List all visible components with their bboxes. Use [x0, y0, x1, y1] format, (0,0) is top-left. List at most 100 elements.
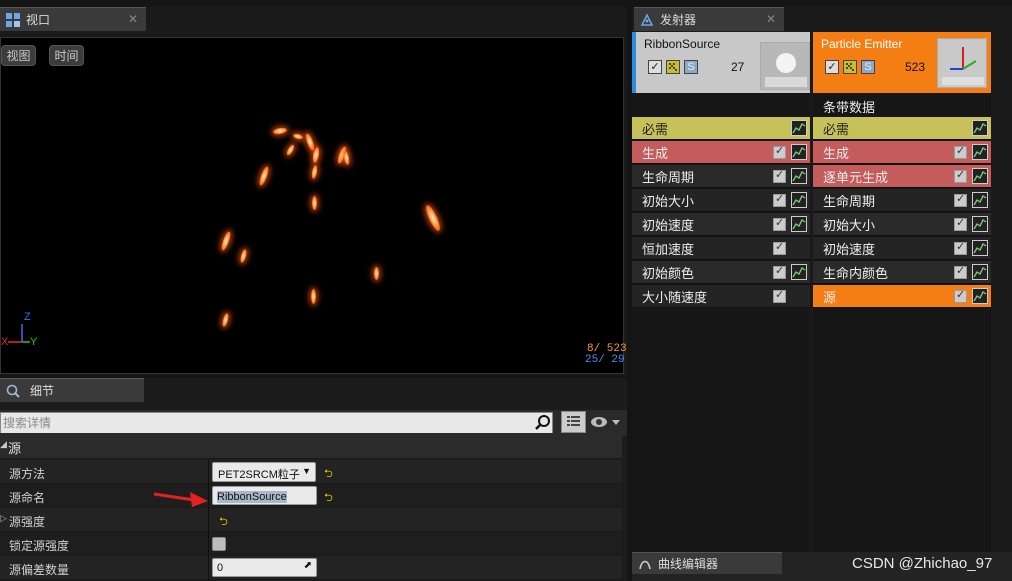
curve-graph-icon[interactable] [972, 168, 988, 184]
module-enable-checkbox[interactable] [773, 288, 786, 303]
annotation-arrow-icon [153, 492, 208, 507]
module-label: 生成 [823, 145, 850, 161]
module-row-left[interactable]: 初始颜色 [632, 261, 810, 284]
search-icon[interactable] [535, 414, 551, 433]
solo-button[interactable]: S [684, 60, 698, 74]
emitter-name: RibbonSource [644, 37, 721, 51]
module-enable-checkbox[interactable] [773, 168, 786, 183]
module-enable-checkbox[interactable] [954, 216, 967, 231]
module-label: 初始速度 [642, 217, 695, 233]
close-icon[interactable]: ✕ [128, 12, 138, 26]
module-row-left[interactable]: 生成 [632, 141, 810, 164]
curve-graph-icon[interactable] [972, 240, 988, 256]
property-row: 源方法 PET2SRCM粒子 ▼ ⮌ [0, 460, 622, 484]
curve-graph-icon[interactable] [972, 216, 988, 232]
curve-graph-icon[interactable] [791, 144, 807, 160]
emitter-header-ribbonsource[interactable]: RibbonSource ✓ S 27 [632, 32, 810, 94]
module-row-left[interactable]: 初始大小 [632, 189, 810, 212]
curve-graph-icon[interactable] [972, 120, 988, 136]
dots-render-icon[interactable] [843, 60, 857, 74]
details-panel: 细节 搜索详情 ◢ 源 源方法 PET2SRCM粒子 ▼ ⮌ 源命名 Ribbo… [0, 378, 627, 581]
enable-checkbox[interactable]: ✓ [648, 60, 662, 74]
curve-graph-icon[interactable] [972, 144, 988, 160]
lock-strength-checkbox[interactable] [212, 537, 226, 551]
module-row-right[interactable]: 逐单元生成 [813, 165, 991, 188]
axis-y-label: Y [30, 336, 38, 348]
tab-label: 视口 [26, 13, 51, 27]
curve-graph-icon[interactable] [791, 120, 807, 136]
tab-label: 曲线编辑器 [658, 557, 719, 571]
source-name-field[interactable]: RibbonSource [212, 486, 317, 505]
viewport-icon [6, 12, 20, 27]
emitter-name: Particle Emitter [821, 37, 903, 51]
deviation-count-spinner[interactable]: 0 ⬈ [212, 558, 317, 577]
module-row-left[interactable]: 必需 [632, 117, 810, 140]
source-method-dropdown[interactable]: PET2SRCM粒子 ▼ [212, 462, 316, 482]
emitter-thumbnail [937, 38, 987, 88]
module-label: 恒加速度 [642, 241, 695, 257]
curve-graph-icon[interactable] [972, 192, 988, 208]
expand-triangle-icon[interactable]: ▷ [0, 513, 7, 524]
curve-graph-icon[interactable] [791, 192, 807, 208]
module-enable-checkbox[interactable] [954, 288, 967, 303]
dots-render-icon[interactable] [666, 60, 680, 74]
solo-button[interactable]: S [861, 60, 875, 74]
module-row-right[interactable]: 生命内颜色 [813, 261, 991, 284]
module-enable-checkbox[interactable] [954, 240, 967, 255]
property-row: ▷ 源强度 ⮌ [0, 508, 622, 532]
curve-graph-icon[interactable] [791, 216, 807, 232]
tab-details[interactable]: 细节 [0, 378, 144, 402]
category-header[interactable]: ◢ 源 [0, 433, 622, 459]
module-enable-checkbox[interactable] [954, 264, 967, 279]
module-row-right[interactable]: 初始大小 [813, 213, 991, 236]
module-row-right[interactable]: 必需 [813, 117, 991, 140]
module-enable-checkbox[interactable] [954, 144, 967, 159]
module-enable-checkbox[interactable] [773, 264, 786, 279]
emitter-header-particle-emitter[interactable]: Particle Emitter ✓ S 523 [813, 32, 991, 94]
eye-icon[interactable] [590, 413, 622, 434]
module-enable-checkbox[interactable] [773, 240, 786, 255]
type-data-label: 条带数据 [823, 100, 876, 115]
reset-icon[interactable]: ⮌ [219, 513, 228, 532]
reset-icon[interactable]: ⮌ [324, 489, 333, 508]
module-row-right[interactable]: 源 [813, 285, 991, 308]
axis-z-label: Z [24, 311, 31, 323]
module-enable-checkbox[interactable] [773, 144, 786, 159]
module-enable-checkbox[interactable] [954, 168, 967, 183]
property-label: 源强度 [9, 515, 46, 529]
enable-checkbox[interactable]: ✓ [825, 60, 839, 74]
curve-graph-icon[interactable] [972, 288, 988, 304]
module-label: 初始速度 [823, 241, 876, 257]
module-enable-checkbox[interactable] [773, 192, 786, 207]
field-value: 0 [217, 562, 224, 574]
curve-graph-icon[interactable] [791, 264, 807, 280]
collapse-triangle-icon[interactable]: ◢ [0, 439, 7, 450]
tab-viewport[interactable]: 视口 ✕ [0, 7, 146, 31]
field-value: RibbonSource [217, 491, 287, 503]
module-enable-checkbox[interactable] [954, 192, 967, 207]
module-row-left[interactable]: 恒加速度 [632, 237, 810, 260]
search-input[interactable]: 搜索详情 [0, 412, 553, 434]
module-label: 生成 [642, 145, 669, 161]
tab-curve-editor[interactable]: 曲线编辑器 [632, 552, 782, 574]
category-label: 源 [8, 441, 22, 456]
view-button[interactable]: 视图 [1, 45, 36, 66]
module-row-left[interactable]: 初始速度 [632, 213, 810, 236]
module-row-right[interactable]: 初始速度 [813, 237, 991, 260]
watermark-text: CSDN @Zhichao_97 [852, 555, 993, 572]
emitter-count-stat: 25/ 29 [585, 354, 625, 366]
module-row-right[interactable]: 生命周期 [813, 189, 991, 212]
time-button[interactable]: 时间 [49, 45, 84, 66]
module-row-right[interactable]: 生成 [813, 141, 991, 164]
module-row-left[interactable]: 生命周期 [632, 165, 810, 188]
module-label: 必需 [642, 121, 669, 137]
grid-view-icon[interactable] [561, 411, 586, 433]
tab-emitters[interactable]: 发射器 ✕ [634, 7, 784, 31]
reset-icon[interactable]: ⮌ [324, 465, 333, 484]
module-label: 生命内颜色 [823, 265, 889, 281]
module-row-left[interactable]: 大小随速度 [632, 285, 810, 308]
curve-graph-icon[interactable] [972, 264, 988, 280]
module-enable-checkbox[interactable] [773, 216, 786, 231]
close-icon[interactable]: ✕ [766, 12, 776, 26]
curve-graph-icon[interactable] [791, 168, 807, 184]
